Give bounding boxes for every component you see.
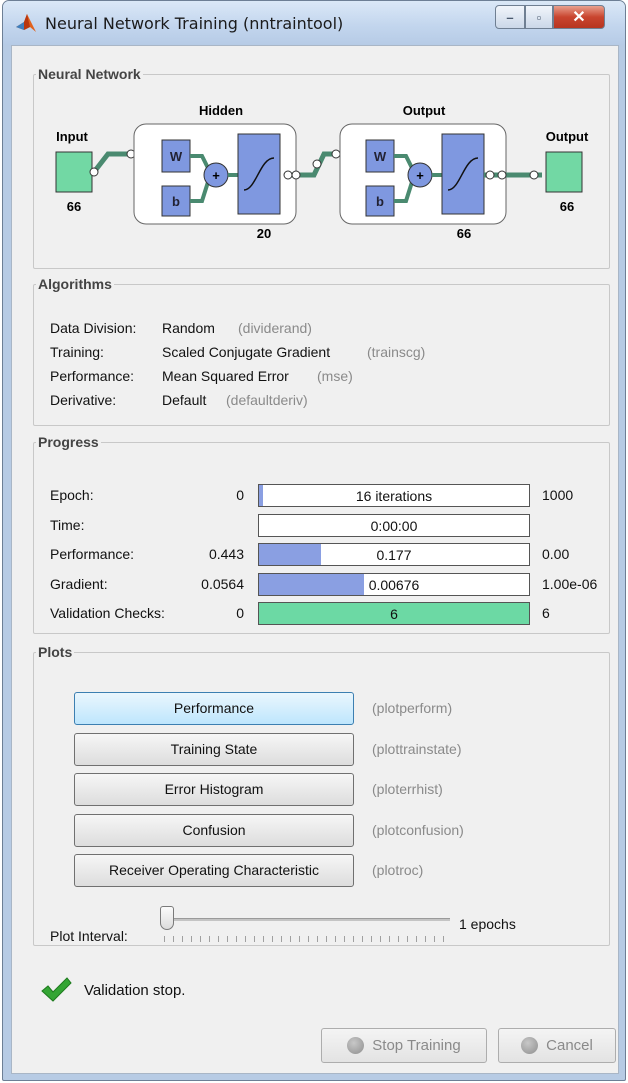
network-diagram: Input 66 Hidden W b + 20 Output W b + 66… <box>55 103 589 241</box>
input-size: 66 <box>67 199 81 214</box>
plot-button[interactable]: Training State <box>74 732 354 766</box>
output-bias-label: b <box>376 194 384 209</box>
plot-button[interactable]: Error Histogram <box>74 773 354 806</box>
minimize-button[interactable]: – <box>495 5 525 29</box>
progress-start-value: 0.0564 <box>201 575 244 592</box>
progress-end-value: 6 <box>542 605 550 621</box>
input-label: Input <box>56 129 88 144</box>
algorithm-function: (dividerand) <box>238 320 312 336</box>
output-size: 66 <box>560 199 574 214</box>
progress-label: Epoch: <box>50 487 94 503</box>
plot-function-name: (plotroc) <box>372 862 424 878</box>
algorithm-function: (defaultderiv) <box>226 392 308 408</box>
checkmark-icon <box>41 977 72 1002</box>
progress-legend: Progress <box>38 434 99 450</box>
algorithm-label: Data Division: <box>50 320 137 336</box>
output-sum-label: + <box>416 168 424 183</box>
plot-function-name: (plotconfusion) <box>372 821 464 838</box>
input-block <box>55 151 93 193</box>
progress-start-value: 0 <box>236 487 244 503</box>
plot-button[interactable]: Receiver Operating Characteristic <box>74 854 354 887</box>
slider-thumb[interactable] <box>160 906 174 930</box>
progress-bar: 0.177 <box>258 543 530 566</box>
maximize-icon: ▫ <box>536 9 542 25</box>
progress-label: Time: <box>50 516 85 533</box>
plot-function-name: (plottrainstate) <box>372 740 462 757</box>
network-panel: Neural Network Input 66 Hidden W b + 20 … <box>33 66 610 269</box>
progress-current-value: 0.00676 <box>368 576 420 593</box>
hidden-weight-label: W <box>170 149 183 164</box>
plot-button[interactable]: Performance <box>74 692 354 725</box>
plot-interval-slider[interactable] <box>160 904 450 944</box>
close-button[interactable]: ✕ <box>553 5 605 29</box>
progress-panel: Progress Epoch: 0 16 iterations 1000 Time: 0:… <box>33 434 610 634</box>
stop-training-button[interactable]: Stop Training <box>321 1028 487 1063</box>
algorithm-function: (mse) <box>317 368 353 384</box>
plot-button[interactable]: Confusion <box>74 813 354 847</box>
progress-current-value: 6 <box>390 606 398 622</box>
output-label: Output <box>546 129 589 144</box>
output-weight-label: W <box>374 149 387 164</box>
algorithm-value: Default <box>162 392 207 408</box>
progress-label: Gradient: <box>50 575 108 592</box>
progress-end-value: 1.00e-06 <box>542 575 598 592</box>
maximize-button[interactable]: ▫ <box>525 5 553 29</box>
network-legend: Neural Network <box>38 66 141 82</box>
cancel-label: Cancel <box>546 1037 593 1054</box>
status-text: Validation stop. <box>84 982 186 999</box>
plot-function-name: (plotperform) <box>372 700 453 716</box>
matlab-icon <box>16 14 36 32</box>
window-title: Neural Network Training (nntraintool) <box>45 14 344 33</box>
algorithms-legend: Algorithms <box>38 276 112 292</box>
stop-icon <box>347 1037 365 1054</box>
hidden-label: Hidden <box>199 103 243 118</box>
cancel-icon <box>521 1037 539 1054</box>
progress-start-value: 0 <box>236 605 244 621</box>
output-layer-size: 66 <box>457 226 471 241</box>
close-icon: ✕ <box>572 9 586 26</box>
plot-interval-value: 1 epochs <box>459 916 516 932</box>
algorithm-label: Training: <box>50 344 104 360</box>
algorithm-label: Derivative: <box>50 392 117 408</box>
progress-current-value: 16 iterations <box>355 488 433 504</box>
plot-function-name: (ploterrhist) <box>372 781 443 797</box>
algorithm-value: Random <box>162 320 215 336</box>
stop-training-label: Stop Training <box>372 1037 461 1054</box>
window: Neural Network Training (nntraintool) – … <box>2 0 626 1081</box>
output-layer-label: Output <box>403 103 446 118</box>
output-block <box>545 151 583 193</box>
progress-bar: 0:00:00 <box>258 513 530 537</box>
plots-legend: Plots <box>38 644 73 660</box>
plot-interval-label: Plot Interval: <box>50 928 128 944</box>
hidden-size: 20 <box>257 226 271 241</box>
algorithm-value: Mean Squared Error <box>162 368 289 384</box>
progress-end-value: 0.00 <box>542 546 570 562</box>
progress-label: Validation Checks: <box>50 605 165 621</box>
algorithm-function: (trainscg) <box>367 344 426 360</box>
hidden-bias-label: b <box>172 194 180 209</box>
progress-bar: 6 <box>258 602 530 625</box>
progress-end-value: 1000 <box>542 487 574 503</box>
algorithm-value: Scaled Conjugate Gradient <box>162 344 331 360</box>
title-bar[interactable]: Neural Network Training (nntraintool) – … <box>3 1 625 45</box>
algorithm-label: Performance: <box>50 368 135 384</box>
progress-current-value: 0.177 <box>376 547 412 563</box>
hidden-sum-label: + <box>212 168 220 183</box>
algorithms-panel: Algorithms Data Division: Random (divide… <box>33 276 610 426</box>
plots-panel: Plots Performance (plotperform) Training S… <box>33 644 610 946</box>
progress-bar: 16 iterations <box>258 484 530 507</box>
progress-bar: 0.00676 <box>258 572 530 596</box>
progress-start-value: 0.443 <box>208 546 244 562</box>
client-area: Neural Network Input 66 Hidden W b + 20 … <box>11 45 619 1074</box>
cancel-button[interactable]: Cancel <box>498 1028 616 1063</box>
progress-current-value: 0:00:00 <box>370 517 418 534</box>
minimize-icon: – <box>506 9 514 25</box>
progress-label: Performance: <box>50 546 135 562</box>
